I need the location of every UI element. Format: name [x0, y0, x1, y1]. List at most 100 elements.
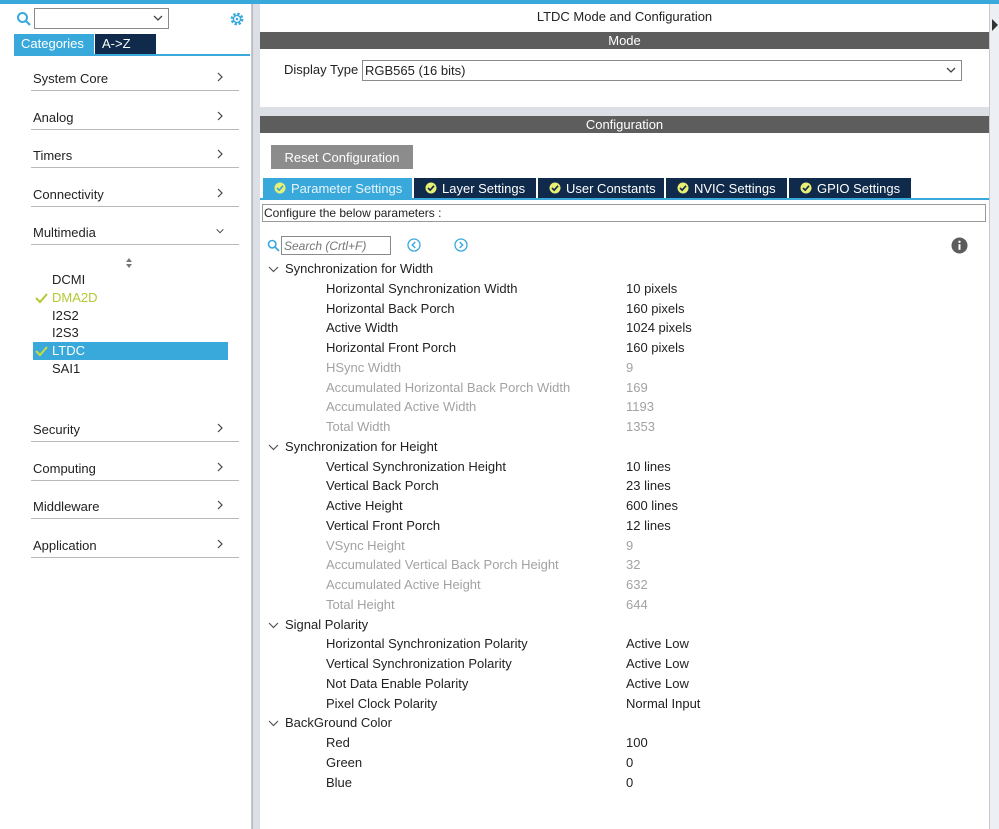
multimedia-item-i2s2[interactable]: I2S2: [33, 307, 228, 325]
category-search-row: [14, 8, 254, 30]
param-row[interactable]: Pixel Clock Polarity Normal Input: [326, 694, 976, 714]
param-value[interactable]: 600 lines: [626, 496, 678, 516]
param-row[interactable]: Vertical Synchronization Polarity Active …: [326, 654, 976, 674]
previous-match-icon[interactable]: [407, 238, 421, 252]
configure-hint: Configure the below parameters :: [262, 204, 986, 222]
chevron-down-icon[interactable]: [268, 442, 279, 452]
group-background-color[interactable]: BackGround Color: [268, 713, 392, 733]
param-name: Active Height: [326, 498, 403, 513]
param-row-readonly: Accumulated Active Width 1193: [326, 397, 976, 417]
tab-a-to-z[interactable]: A->Z: [95, 34, 156, 54]
tab-user-constants[interactable]: User Constants: [538, 178, 664, 199]
category-search-combo[interactable]: [34, 8, 169, 29]
next-match-icon[interactable]: [454, 238, 468, 252]
info-icon[interactable]: [951, 237, 968, 254]
display-type-label: Display Type: [284, 62, 359, 77]
chevron-right-icon: [217, 423, 223, 433]
tab-layer-settings[interactable]: Layer Settings: [414, 178, 536, 199]
item-label: DCMI: [52, 272, 86, 287]
multimedia-item-dma2d[interactable]: DMA2D: [33, 289, 228, 307]
chevron-down-icon[interactable]: [268, 718, 279, 728]
category-connectivity[interactable]: Connectivity: [31, 181, 239, 207]
param-value[interactable]: 10 pixels: [626, 279, 677, 299]
category-label: Security: [33, 422, 80, 437]
param-row[interactable]: Vertical Front Porch 12 lines: [326, 516, 976, 536]
category-middleware[interactable]: Middleware: [31, 493, 239, 519]
param-row[interactable]: Green 0: [326, 753, 976, 773]
param-row[interactable]: Horizontal Synchronization Width 10 pixel…: [326, 279, 976, 299]
category-system-core[interactable]: System Core: [31, 65, 239, 91]
param-value[interactable]: 23 lines: [626, 476, 671, 496]
display-type-select[interactable]: RGB565 (16 bits): [362, 60, 962, 81]
tab-parameter-settings[interactable]: Parameter Settings: [263, 178, 412, 199]
multimedia-item-i2s3[interactable]: I2S3: [33, 324, 228, 342]
category-computing[interactable]: Computing: [31, 455, 239, 481]
sort-icon[interactable]: [124, 257, 134, 269]
param-row-readonly: Accumulated Vertical Back Porch Height 32: [326, 555, 976, 575]
category-security[interactable]: Security: [31, 416, 239, 442]
tab-underline: [260, 198, 989, 200]
category-multimedia[interactable]: Multimedia: [31, 219, 239, 245]
category-analog[interactable]: Analog: [31, 104, 239, 130]
tab-label: NVIC Settings: [694, 181, 776, 196]
right-scroll-edge[interactable]: [989, 4, 999, 829]
panel-splitter[interactable]: [252, 4, 260, 829]
section-divider: [260, 107, 989, 116]
param-row[interactable]: Horizontal Back Porch 160 pixels: [326, 299, 976, 319]
tab-categories[interactable]: Categories: [14, 34, 94, 54]
category-application[interactable]: Application: [31, 532, 239, 558]
chevron-down-icon[interactable]: [945, 64, 957, 76]
param-row[interactable]: Not Data Enable Polarity Active Low: [326, 674, 976, 694]
tab-gpio-settings[interactable]: GPIO Settings: [789, 178, 911, 199]
multimedia-item-sai1[interactable]: SAI1: [33, 360, 228, 378]
param-row[interactable]: Vertical Synchronization Height 10 lines: [326, 457, 976, 477]
group-sync-height[interactable]: Synchronization for Height: [268, 437, 437, 457]
param-value[interactable]: 10 lines: [626, 457, 671, 477]
category-timers[interactable]: Timers: [31, 142, 239, 168]
param-value[interactable]: 160 pixels: [626, 338, 685, 358]
tab-nvic-settings[interactable]: NVIC Settings: [666, 178, 787, 199]
chevron-down-icon[interactable]: [152, 12, 164, 24]
chevron-right-icon: [217, 500, 223, 510]
multimedia-item-dcmi[interactable]: DCMI: [33, 271, 228, 289]
collapse-arrow-icon[interactable]: [991, 18, 999, 32]
param-value: 32: [626, 557, 641, 572]
chevron-right-icon: [217, 149, 223, 159]
param-name: Horizontal Front Porch: [326, 340, 457, 355]
param-value[interactable]: Active Low: [626, 654, 689, 674]
search-icon: [267, 239, 280, 252]
chevron-down-icon[interactable]: [268, 620, 279, 630]
param-value: 632: [626, 577, 648, 592]
configuration-header: Configuration: [260, 116, 989, 133]
param-name: Pixel Clock Polarity: [326, 696, 438, 711]
group-signal-polarity[interactable]: Signal Polarity: [268, 615, 368, 635]
chevron-down-icon[interactable]: [268, 264, 279, 274]
param-value[interactable]: 160 pixels: [626, 299, 685, 319]
param-value: 1353: [626, 419, 655, 434]
param-value[interactable]: Active Low: [626, 634, 689, 654]
param-value[interactable]: 0: [626, 773, 633, 793]
param-row[interactable]: Vertical Back Porch 23 lines: [326, 476, 976, 496]
param-row[interactable]: Horizontal Front Porch 160 pixels: [326, 338, 976, 358]
param-value[interactable]: 100: [626, 733, 648, 753]
multimedia-item-ltdc[interactable]: LTDC: [33, 342, 228, 360]
param-value[interactable]: 0: [626, 753, 633, 773]
group-sync-width[interactable]: Synchronization for Width: [268, 259, 433, 279]
reset-configuration-button[interactable]: Reset Configuration: [271, 145, 413, 169]
item-label: I2S3: [52, 325, 79, 340]
mode-header: Mode: [260, 32, 989, 49]
param-value[interactable]: 1024 pixels: [626, 318, 692, 338]
param-value[interactable]: 12 lines: [626, 516, 671, 536]
check-circle-icon: [274, 182, 286, 194]
param-value[interactable]: Normal Input: [626, 694, 700, 714]
gear-icon[interactable]: [228, 10, 246, 28]
param-row[interactable]: Active Height 600 lines: [326, 496, 976, 516]
parameter-search-input[interactable]: [281, 236, 391, 255]
param-row[interactable]: Red 100: [326, 733, 976, 753]
param-row[interactable]: Active Width 1024 pixels: [326, 318, 976, 338]
group-title: Synchronization for Width: [285, 261, 434, 276]
param-row[interactable]: Blue 0: [326, 773, 976, 793]
param-row[interactable]: Horizontal Synchronization Polarity Activ…: [326, 634, 976, 654]
param-name: Vertical Front Porch: [326, 518, 441, 533]
param-value[interactable]: Active Low: [626, 674, 689, 694]
